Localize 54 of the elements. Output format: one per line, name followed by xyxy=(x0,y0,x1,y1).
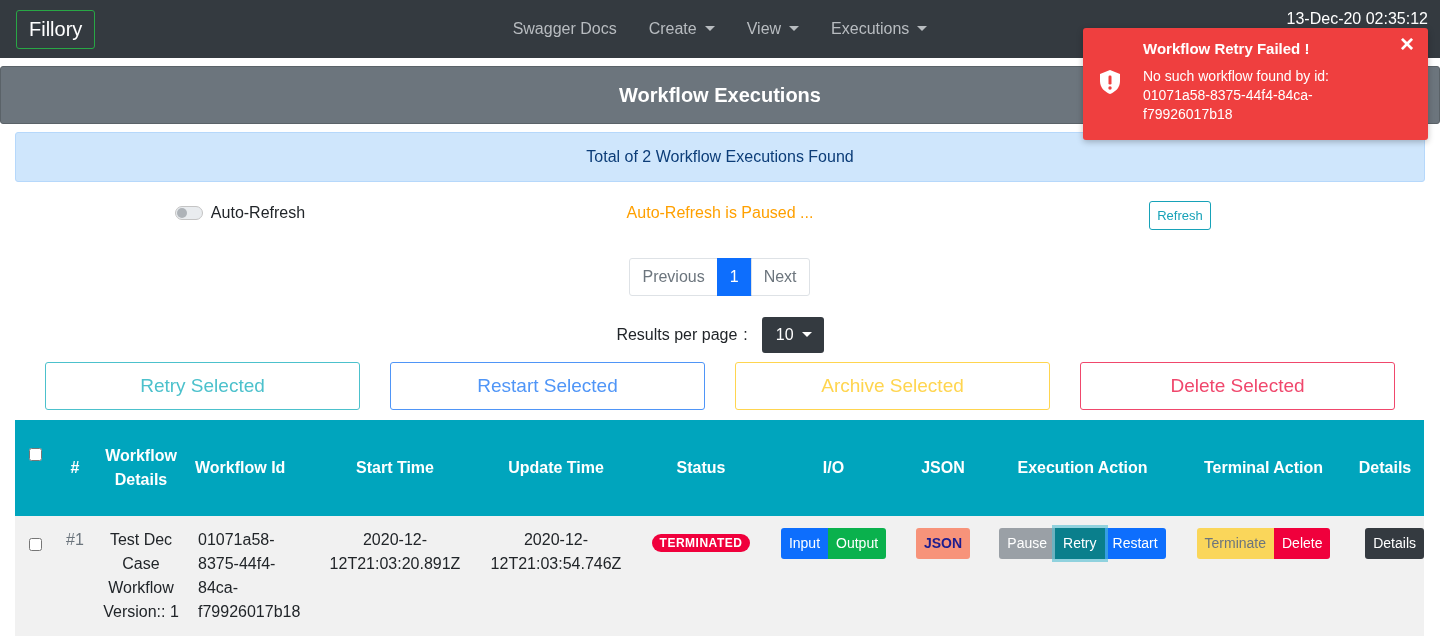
select-all-checkbox[interactable] xyxy=(28,448,42,461)
action-button[interactable]: Input xyxy=(780,528,829,559)
nav-link[interactable]: Swagger Docs xyxy=(496,12,633,46)
table-cell: 2020-12-12T21:03:20.891Z xyxy=(315,516,475,636)
brand-logo[interactable]: Fillory xyxy=(16,9,96,49)
close-button[interactable]: × xyxy=(1396,30,1418,58)
status-message: Auto-Refresh is Paused ... xyxy=(625,204,815,222)
toggle-switch[interactable] xyxy=(174,206,203,220)
row-checkbox[interactable] xyxy=(28,538,42,551)
bulk-action-button[interactable]: Delete Selected xyxy=(1080,362,1395,410)
column-header: JSON xyxy=(902,420,984,516)
column-header: Details xyxy=(1346,420,1424,516)
page-link[interactable]: Next xyxy=(750,258,810,296)
action-button[interactable]: Delete xyxy=(1274,528,1331,559)
action-button[interactable]: Restart xyxy=(1104,528,1166,559)
column-header: # xyxy=(55,420,95,516)
toast-title: Workflow Retry Failed ! xyxy=(1143,40,1311,57)
toast-message: No such workflow found by id: 01071a58-8375-44f4-84ca-f79926017b18 xyxy=(1143,67,1330,124)
table-cell: Test Dec Case Workflow Version:: 1 xyxy=(95,516,187,636)
results-label: Results per page xyxy=(616,326,738,344)
caret-icon xyxy=(789,26,800,32)
action-button[interactable]: Output xyxy=(828,528,887,559)
action-button[interactable]: Details xyxy=(1365,528,1424,559)
column-header: Start Time xyxy=(315,420,475,516)
column-header: Workflow Details xyxy=(95,420,187,516)
table-cell: 2020-12-12T21:03:54.746Z xyxy=(475,516,637,636)
page-link[interactable]: 1 xyxy=(716,258,752,296)
column-header: I/O xyxy=(765,420,902,516)
column-header: Terminal Action xyxy=(1181,420,1346,516)
column-header: Workflow Id xyxy=(187,420,315,516)
table-cell: #1 xyxy=(55,516,95,636)
action-button[interactable]: Pause xyxy=(999,528,1056,559)
caret-icon xyxy=(801,332,812,338)
refresh-button[interactable]: Refresh xyxy=(1149,200,1211,230)
nav-dropdown[interactable]: Executions xyxy=(815,12,944,46)
page-size-dropdown[interactable]: 10 xyxy=(761,317,824,353)
status-badge: TERMINATED xyxy=(651,534,751,552)
nav-dropdown[interactable]: Create xyxy=(632,12,731,46)
action-button[interactable]: Retry xyxy=(1055,528,1105,559)
column-header: Status xyxy=(637,420,765,516)
column-header: Execution Action xyxy=(984,420,1181,516)
summary-alert: Total of 2 Workflow Executions Found xyxy=(15,132,1425,182)
timestamp: 13-Dec-20 02:35:12 xyxy=(1286,10,1428,28)
table-cell: 01071a58-8375-44f4-84ca-f79926017b18 xyxy=(187,516,315,636)
separator: : xyxy=(743,326,748,344)
shield-alert-icon xyxy=(1099,68,1121,95)
caret-icon xyxy=(704,26,715,32)
action-button[interactable]: JSON xyxy=(915,528,971,559)
bulk-action-button[interactable]: Restart Selected xyxy=(390,362,705,410)
caret-icon xyxy=(917,26,928,32)
toggle-label: Auto-Refresh xyxy=(210,204,306,222)
column-header: Update Time xyxy=(475,420,637,516)
nav-dropdown[interactable]: View xyxy=(730,12,816,46)
action-button[interactable]: Terminate xyxy=(1196,528,1274,559)
